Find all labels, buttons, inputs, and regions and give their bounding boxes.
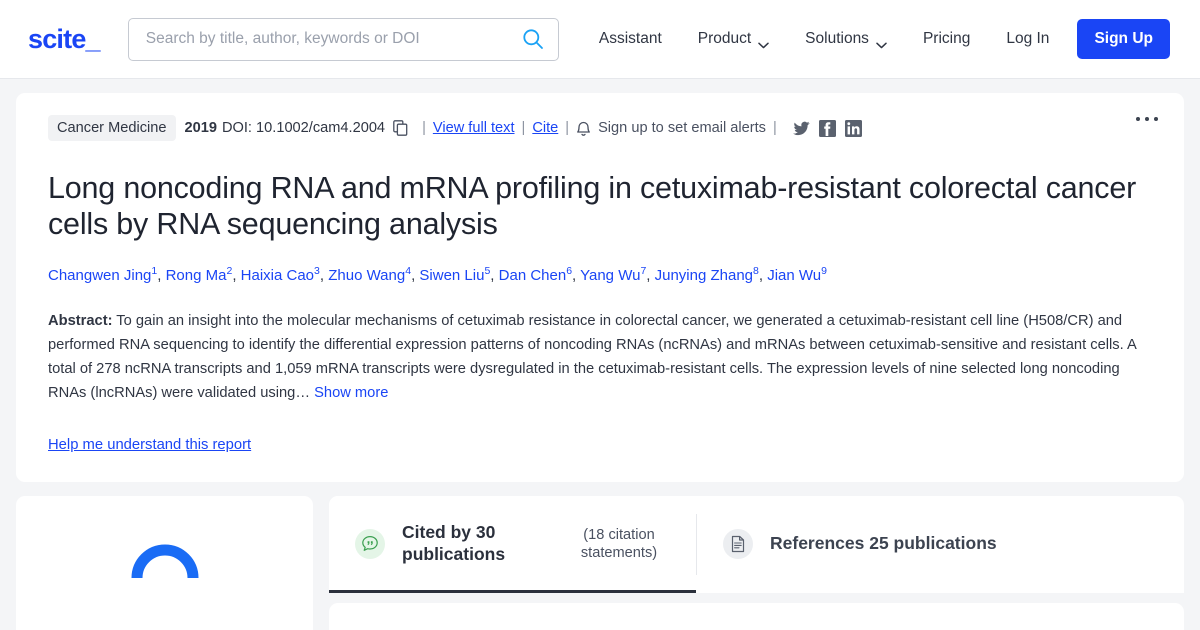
author-separator: ,: [157, 267, 166, 285]
document-icon: [723, 529, 753, 560]
meta-separator: |: [422, 120, 426, 136]
bell-icon[interactable]: [576, 120, 591, 137]
twitter-icon[interactable]: [792, 120, 810, 137]
author-link[interactable]: Zhuo Wang4: [328, 265, 411, 284]
paper-metadata-row: Cancer Medicine 2019 DOI: 10.1002/cam4.2…: [48, 115, 1158, 141]
nav-item-pricing[interactable]: Pricing: [905, 30, 988, 48]
page-title: Long noncoding RNA and mRNA profiling in…: [48, 171, 1137, 241]
author-separator: ,: [232, 267, 241, 285]
email-alerts-label[interactable]: Sign up to set email alerts: [598, 120, 766, 136]
main-navigation: Assistant Product Solutions Pricing Log …: [581, 19, 1170, 59]
author-separator: ,: [646, 267, 655, 285]
nav-item-assistant[interactable]: Assistant: [581, 30, 680, 48]
meta-separator: |: [772, 120, 777, 136]
author-link[interactable]: Rong Ma2: [166, 265, 233, 284]
social-share-group: [792, 119, 862, 137]
publication-tabs: Cited by 30 publications (18 citation st…: [329, 496, 1184, 593]
journal-badge[interactable]: Cancer Medicine: [48, 115, 176, 141]
cite-link[interactable]: Cite: [532, 120, 558, 136]
tab-cited-by-subtitle: (18 citation statements): [580, 526, 658, 562]
abstract-section: Abstract: To gain an insight into the mo…: [48, 310, 1158, 406]
nav-label-login: Log In: [1006, 30, 1050, 47]
scite-logo[interactable]: scite_: [28, 24, 101, 55]
chevron-down-icon: [876, 36, 887, 48]
author-affiliation: 9: [821, 265, 827, 278]
abstract-label: Abstract:: [48, 313, 113, 330]
quote-bubble-icon: [355, 529, 385, 560]
tabs-column: Cited by 30 publications (18 citation st…: [329, 496, 1184, 630]
loading-arc-icon: [129, 530, 201, 602]
view-full-text-link[interactable]: View full text: [433, 120, 515, 136]
author-link[interactable]: Junying Zhang8: [655, 265, 759, 284]
author-link[interactable]: Dan Chen6: [499, 265, 572, 284]
site-header: scite_ Assistant Product Solutions: [0, 0, 1200, 79]
tab-panel-card: [329, 602, 1184, 630]
search-input[interactable]: [145, 30, 522, 48]
kebab-dot: [1145, 117, 1149, 121]
copy-icon[interactable]: [393, 120, 408, 136]
tab-cited-by[interactable]: Cited by 30 publications (18 citation st…: [329, 496, 696, 593]
nav-item-product[interactable]: Product: [680, 30, 787, 48]
nav-label-product: Product: [697, 30, 752, 47]
nav-item-solutions[interactable]: Solutions: [787, 30, 905, 48]
report-summary-card: [16, 496, 313, 630]
nav-item-login[interactable]: Log In: [988, 30, 1067, 48]
signup-button[interactable]: Sign Up: [1077, 19, 1170, 59]
page-content: Cancer Medicine 2019 DOI: 10.1002/cam4.2…: [0, 79, 1200, 630]
nav-label-pricing: Pricing: [922, 30, 971, 47]
author-link[interactable]: Haixia Cao3: [241, 265, 320, 284]
search-icon[interactable]: [522, 28, 544, 50]
kebab-dot: [1136, 117, 1140, 121]
more-options-button[interactable]: [1136, 117, 1158, 121]
chevron-down-icon: [758, 36, 769, 48]
author-link[interactable]: Jian Wu9: [767, 265, 827, 284]
author-separator: ,: [758, 267, 768, 285]
nav-label-assistant: Assistant: [598, 30, 662, 47]
help-understand-report-link[interactable]: Help me understand this report: [48, 437, 251, 453]
tab-references-title: References 25 publications: [770, 533, 997, 554]
author-separator: ,: [319, 267, 329, 285]
author-link[interactable]: Yang Wu7: [580, 265, 646, 284]
search-box[interactable]: [127, 17, 559, 61]
author-separator: ,: [490, 267, 499, 285]
kebab-dot: [1154, 117, 1158, 121]
paper-card: Cancer Medicine 2019 DOI: 10.1002/cam4.2…: [16, 93, 1184, 483]
nav-label-solutions: Solutions: [805, 30, 869, 47]
show-more-link[interactable]: Show more: [314, 385, 388, 401]
tab-references[interactable]: References 25 publications: [697, 496, 1019, 593]
tab-cited-by-title: Cited by 30 publications: [402, 522, 506, 565]
author-list: Changwen Jing1, Rong Ma2, Haixia Cao3, Z…: [48, 264, 1158, 286]
bottom-row: Cited by 30 publications (18 citation st…: [16, 496, 1184, 630]
author-separator: ,: [572, 267, 581, 285]
doi-text: DOI: 10.1002/cam4.2004: [221, 120, 386, 136]
abstract-text: To gain an insight into the molecular me…: [48, 313, 1136, 402]
linkedin-icon[interactable]: [844, 119, 862, 137]
meta-separator: |: [521, 120, 526, 136]
publication-year: 2019: [184, 120, 217, 136]
meta-separator: |: [565, 120, 570, 136]
facebook-icon[interactable]: [818, 119, 836, 137]
author-link[interactable]: Changwen Jing1: [48, 265, 157, 284]
author-link[interactable]: Siwen Liu5: [419, 265, 490, 284]
